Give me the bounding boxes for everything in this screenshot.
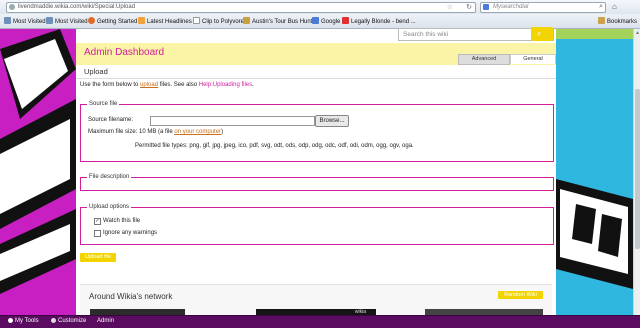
help-uploading-link[interactable]: Help:Uploading files bbox=[199, 82, 252, 88]
bookmark-label: Latest Headlines bbox=[147, 19, 192, 25]
wiki-search-button[interactable]: ⌕ bbox=[531, 27, 553, 41]
firefox-icon bbox=[88, 17, 95, 24]
max-size-end: ) bbox=[221, 129, 224, 135]
browse-button[interactable]: Browse... bbox=[315, 115, 349, 127]
bookmark-label: Austin's Tour Bus Hunt bbox=[252, 19, 313, 25]
page-title: Admin Dashboard bbox=[84, 47, 165, 58]
bookmark-item[interactable]: Getting Started bbox=[88, 17, 137, 26]
source-filename-label: Source filename: bbox=[88, 117, 134, 123]
bus-icon bbox=[243, 17, 250, 24]
admin-link[interactable]: Admin bbox=[97, 318, 114, 324]
file-description-legend: File description bbox=[87, 174, 132, 180]
bookmark-label: Getting Started bbox=[97, 19, 138, 25]
ignore-warnings-label: Ignore any warnings bbox=[103, 230, 158, 236]
bookmark-item[interactable]: Most Visited bbox=[46, 17, 88, 26]
my-tools-menu[interactable]: My Tools bbox=[8, 318, 39, 324]
around-wikia-title: Around Wikia's network bbox=[89, 292, 173, 301]
bookmark-label: Legally Blonde - bend ... bbox=[351, 19, 416, 25]
search-icon: ⌕ bbox=[537, 29, 542, 38]
google-icon bbox=[312, 17, 319, 24]
bookmark-item[interactable]: Latest Headlines bbox=[138, 17, 192, 26]
bookmark-item[interactable]: Google bbox=[312, 17, 340, 26]
page-scrollbar[interactable]: ▲ bbox=[633, 29, 640, 315]
random-wiki-button[interactable]: Random Wiki bbox=[498, 291, 543, 299]
bookmark-label: Most Visited bbox=[13, 19, 46, 25]
browser-search-box[interactable]: Mysearchdial ⌕ bbox=[480, 2, 606, 13]
upload-heading: Upload bbox=[84, 67, 108, 76]
source-file-input[interactable] bbox=[150, 116, 315, 126]
address-bar[interactable]: livendmaddie.wikia.com/wiki/Special:Uplo… bbox=[6, 2, 476, 13]
my-tools-label: My Tools bbox=[15, 318, 39, 324]
upload-header: Upload bbox=[76, 65, 556, 79]
bookmark-item[interactable]: Clip to Polyvore bbox=[193, 17, 244, 26]
intro-text: . bbox=[252, 82, 254, 88]
upload-link[interactable]: upload bbox=[140, 82, 158, 88]
search-engine-icon[interactable] bbox=[483, 4, 489, 10]
background-art-right bbox=[556, 29, 633, 315]
bookmarks-menu-label: Bookmarks bbox=[607, 19, 638, 25]
search-icon[interactable]: ⌕ bbox=[599, 3, 603, 11]
upload-options-legend: Upload options bbox=[87, 204, 132, 210]
watch-file-label: Watch this file bbox=[103, 218, 141, 224]
site-favicon-icon bbox=[9, 4, 15, 10]
customize-label: Customize bbox=[58, 318, 87, 324]
intro-text: Use the form below to bbox=[80, 82, 141, 88]
bookmark-item[interactable]: Austin's Tour Bus Hunt bbox=[243, 17, 312, 26]
wiki-search-placeholder: Search this wiki bbox=[403, 31, 449, 38]
bookmark-label: Clip to Polyvore bbox=[202, 19, 245, 25]
gear-icon bbox=[51, 318, 56, 323]
home-icon[interactable]: ⌂ bbox=[612, 2, 621, 11]
bookmark-icon bbox=[46, 17, 53, 24]
on-your-computer-link[interactable]: on your computer bbox=[174, 129, 221, 135]
ignore-warnings-checkbox[interactable] bbox=[94, 230, 101, 237]
bookmark-icon bbox=[4, 17, 11, 24]
watch-file-checkbox[interactable]: ✓ bbox=[94, 218, 101, 225]
browser-toolbar: livendmaddie.wikia.com/wiki/Special:Uplo… bbox=[0, 0, 640, 15]
page-icon bbox=[193, 17, 200, 24]
upload-file-button[interactable]: Upload file bbox=[80, 253, 116, 262]
intro-text: files. See also bbox=[158, 82, 199, 88]
around-wikia-card: Around Wikia's network Random Wiki wikia bbox=[80, 284, 552, 316]
bookmark-label: Google bbox=[321, 19, 341, 25]
bookmark-item[interactable]: Most Visited bbox=[4, 17, 46, 26]
reload-icon[interactable]: ↻ bbox=[466, 3, 472, 11]
bookmarks-icon bbox=[598, 17, 605, 24]
wiki-toolbar: My Tools Customize Admin bbox=[0, 315, 640, 328]
power-icon bbox=[8, 318, 13, 323]
feed-icon bbox=[138, 17, 145, 24]
scroll-up-icon[interactable]: ▲ bbox=[635, 30, 640, 36]
address-text: livendmaddie.wikia.com/wiki/Special:Uplo… bbox=[18, 4, 136, 10]
bookmark-label: Most Visited bbox=[55, 19, 88, 25]
permitted-file-types: Permitted file types: png, gif, jpg, jpe… bbox=[135, 143, 414, 149]
customize-link[interactable]: Customize bbox=[51, 318, 86, 324]
source-file-legend: Source file bbox=[87, 101, 120, 107]
upload-options-fieldset: Upload options bbox=[80, 204, 554, 245]
bookmark-star-icon[interactable]: ☆ bbox=[447, 3, 453, 11]
tab-advanced[interactable]: Advanced bbox=[458, 54, 510, 65]
max-file-size-text: Maximum file size: 10 MB (a file on your… bbox=[88, 129, 223, 135]
youtube-icon bbox=[342, 17, 349, 24]
tab-general[interactable]: General bbox=[510, 54, 556, 64]
upload-intro: Use the form below to upload files. See … bbox=[80, 82, 254, 88]
bookmarks-menu[interactable]: Bookmarks bbox=[598, 17, 637, 26]
background-art-left bbox=[0, 29, 76, 315]
max-size-label: Maximum file size: 10 MB (a file bbox=[88, 129, 175, 135]
browser-search-text: Mysearchdial bbox=[493, 4, 529, 10]
scrollbar-thumb[interactable] bbox=[635, 89, 640, 249]
bookmark-item[interactable]: Legally Blonde - bend ... bbox=[342, 17, 416, 26]
file-description-fieldset: File description bbox=[80, 174, 554, 191]
